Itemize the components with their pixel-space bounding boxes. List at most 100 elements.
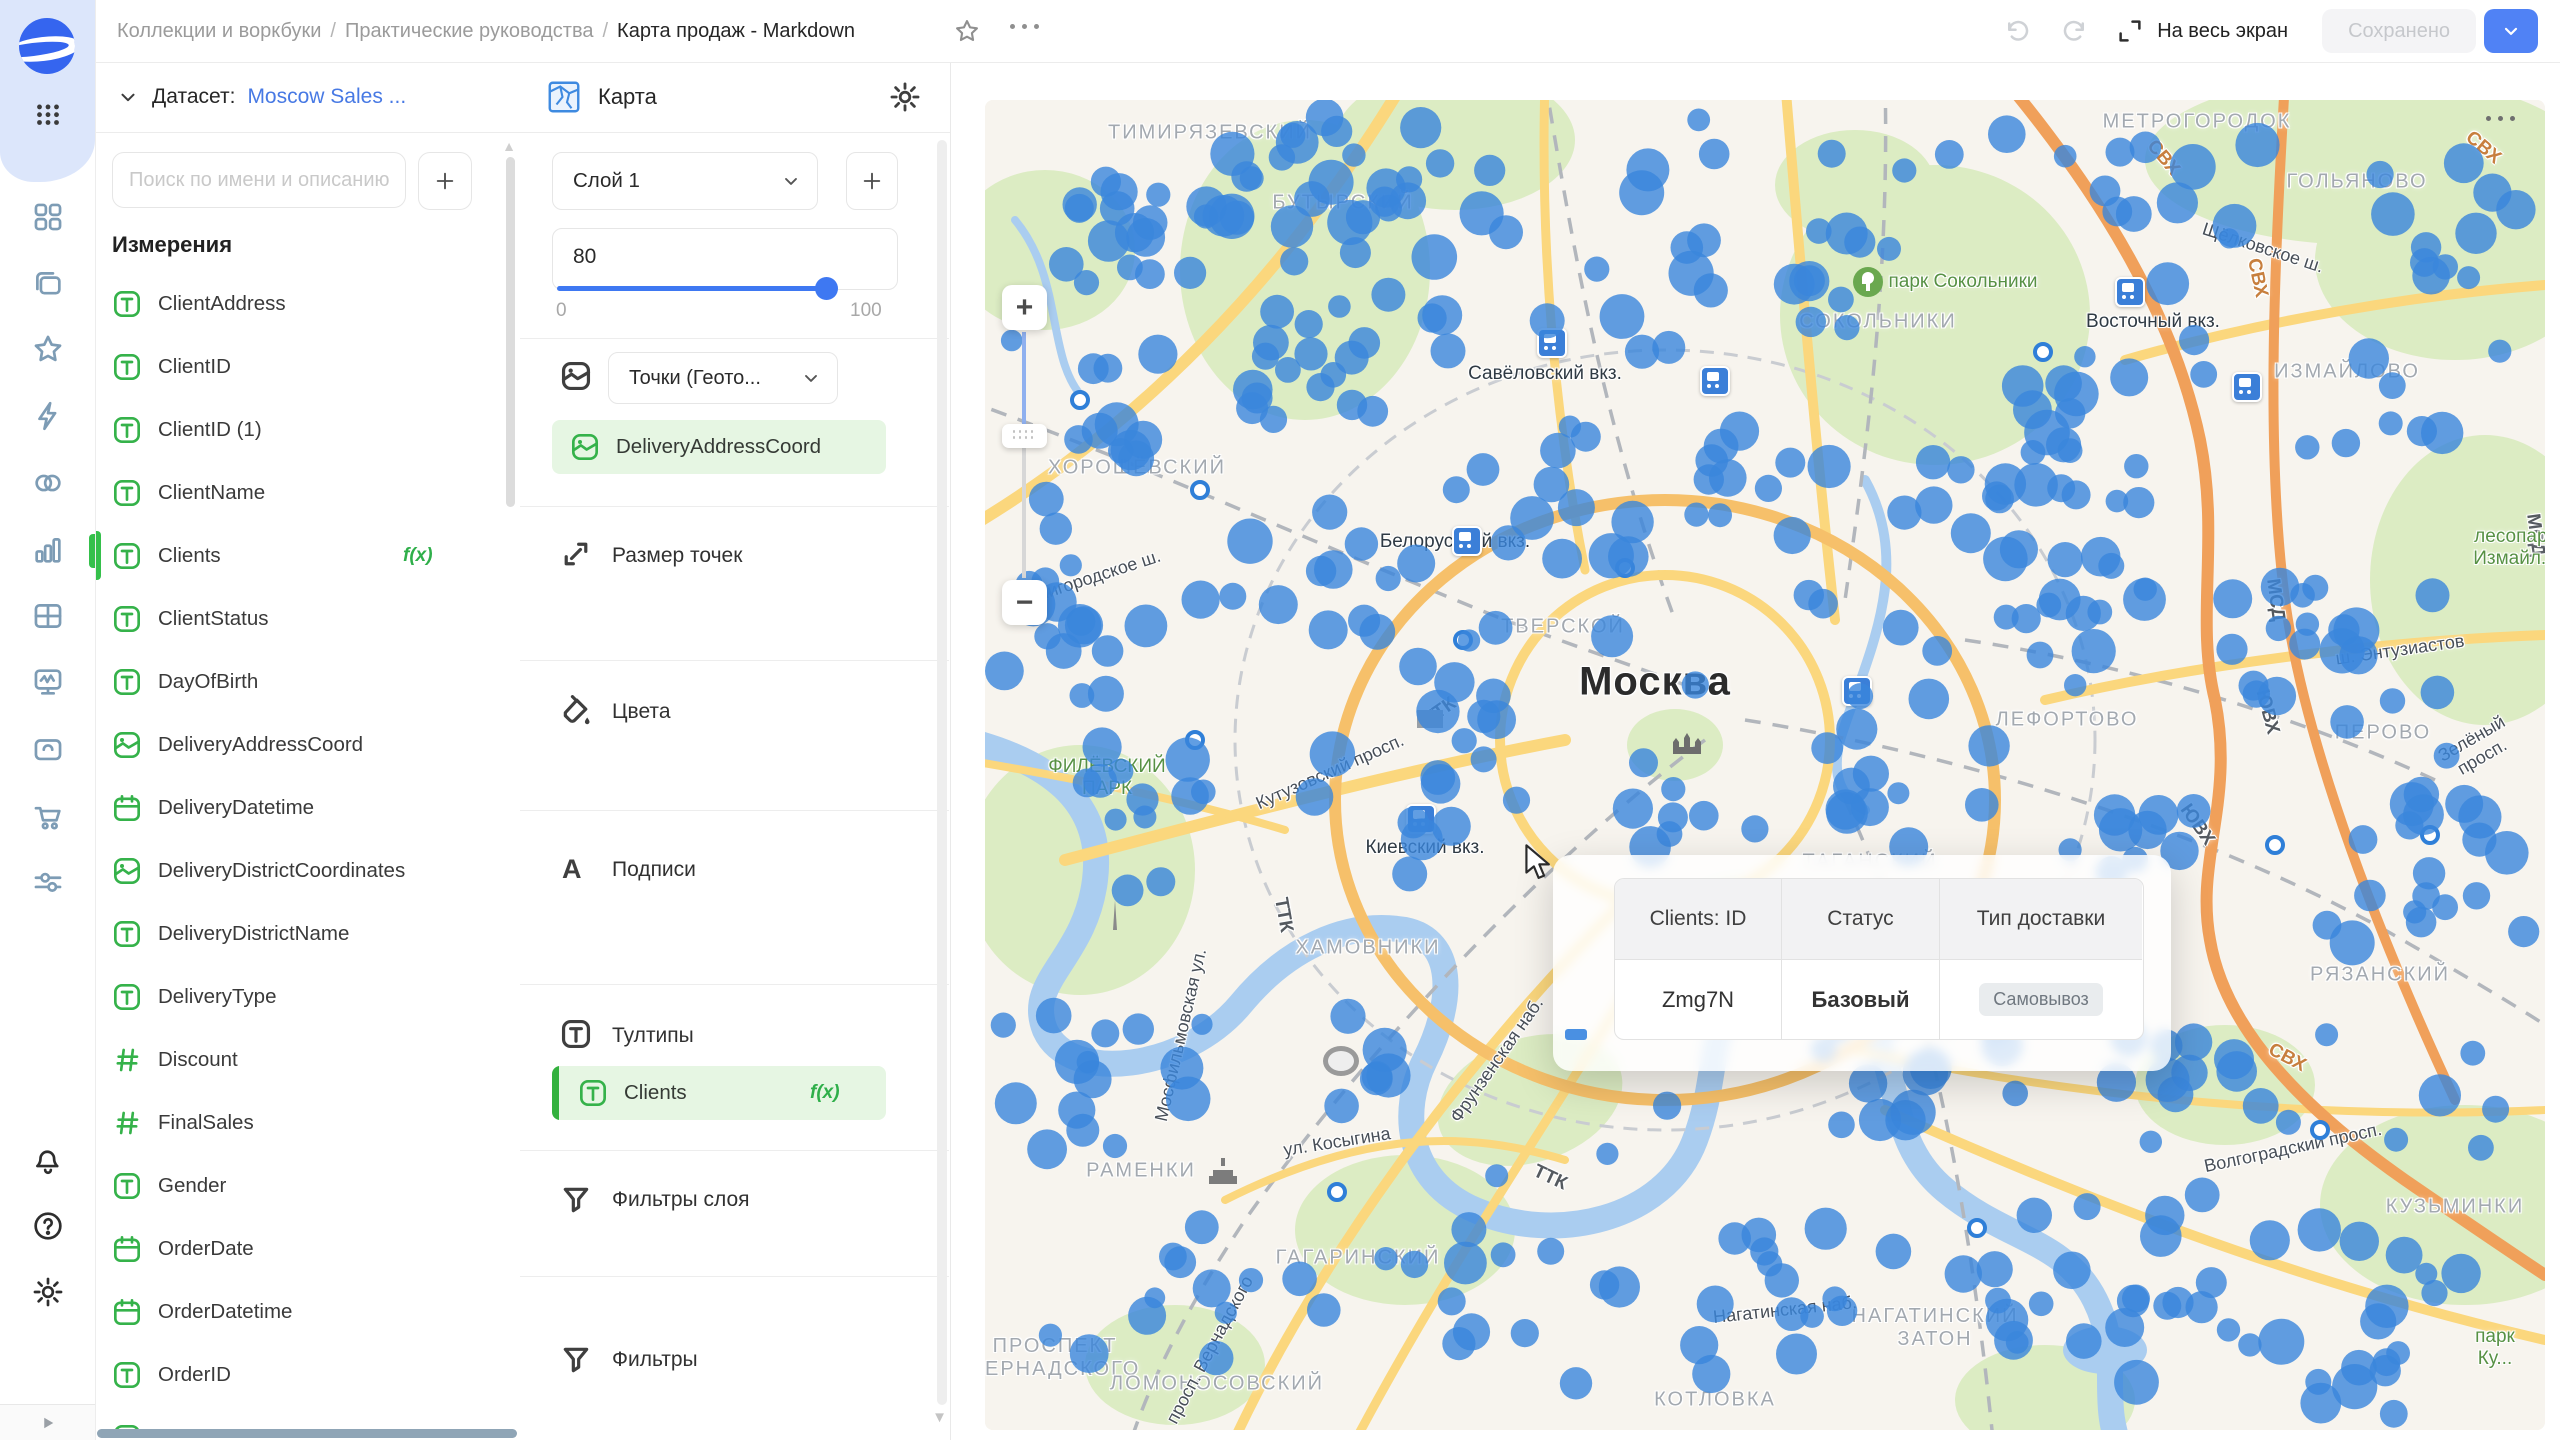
sidebar-item-relations[interactable] <box>30 465 66 501</box>
filters-section[interactable]: Фильтры <box>612 1348 698 1372</box>
dataset-header: Датасет: Moscow Sales ... <box>95 62 520 133</box>
layer-opacity-control[interactable]: 80 <box>552 228 898 290</box>
scrollbar-down-arrow[interactable]: ▼ <box>932 1409 947 1426</box>
field-row[interactable]: DeliveryType <box>95 965 520 1028</box>
geopoint-field-icon <box>570 432 600 462</box>
more-actions-icon[interactable] <box>1010 24 1039 29</box>
apps-grid-icon[interactable] <box>30 96 66 132</box>
field-row[interactable]: DeliveryDatetime <box>95 776 520 839</box>
field-row[interactable]: OrderDatetime <box>95 1280 520 1343</box>
chart-settings-gear-icon[interactable] <box>888 80 922 114</box>
favorite-star-icon[interactable] <box>953 17 981 45</box>
zoom-out-button[interactable]: − <box>1002 580 1047 625</box>
field-name: ClientStatus <box>158 607 269 631</box>
divider <box>520 1276 949 1277</box>
field-name: ClientID (1) <box>158 418 262 442</box>
chevron-down-icon <box>801 368 821 388</box>
breadcrumb-guides[interactable]: Практические руководства <box>345 20 594 43</box>
sidebar-item-collections[interactable] <box>30 266 66 302</box>
filters-icon <box>560 1344 592 1376</box>
field-name: OrderDate <box>158 1237 254 1261</box>
divider <box>520 810 949 811</box>
field-row[interactable]: PaymentType <box>95 1406 520 1430</box>
opacity-min-label: 0 <box>556 300 567 322</box>
sidebar-item-dashboards[interactable] <box>30 199 66 235</box>
datalens-logo[interactable] <box>19 18 75 74</box>
field-row[interactable]: ClientStatus <box>95 587 520 650</box>
notifications-bell-icon[interactable] <box>30 1141 66 1177</box>
text-field-icon <box>112 478 142 508</box>
geopoints-type-selector[interactable]: Точки (Геото... <box>608 352 838 404</box>
help-icon[interactable] <box>30 1208 66 1244</box>
labels-section[interactable]: Подписи <box>612 858 696 882</box>
field-name: ClientID <box>158 355 231 379</box>
top-bar: Коллекции и воркбуки / Практические руко… <box>95 0 2560 63</box>
field-row[interactable]: ClientID <box>95 335 520 398</box>
tooltip-value-delivery: Самовывоз <box>1939 959 2142 1039</box>
data-points-layer[interactable] <box>985 100 2545 1430</box>
field-row[interactable]: Clientsf(x) <box>95 524 520 587</box>
undo-icon[interactable] <box>2003 16 2033 46</box>
vertical-scrollbar[interactable] <box>937 140 947 1405</box>
sidebar-item-gallery[interactable] <box>30 731 66 767</box>
save-dropdown-button[interactable] <box>2484 9 2538 53</box>
rail-collapse-button[interactable] <box>0 1404 95 1440</box>
geopoints-field-chip[interactable]: DeliveryAddressCoord <box>552 420 886 474</box>
topbar-right-controls: На весь экран Сохранено <box>1977 0 2538 62</box>
chevron-down-icon <box>781 171 801 191</box>
dataset-name-link[interactable]: Moscow Sales ... <box>247 85 406 109</box>
map-more-icon[interactable] <box>2486 116 2515 121</box>
text-field-icon <box>112 541 142 571</box>
fullscreen-icon[interactable] <box>2115 16 2145 46</box>
left-rail <box>0 0 96 1440</box>
fullscreen-label[interactable]: На весь экран <box>2157 20 2288 43</box>
tooltips-field-chip[interactable]: Clients f(x) <box>552 1066 886 1120</box>
zoom-in-button[interactable]: + <box>1002 285 1047 330</box>
sidebar-item-wizard-charts[interactable] <box>30 532 66 568</box>
divider <box>520 660 949 661</box>
sidebar-item-connections[interactable] <box>30 398 66 434</box>
breadcrumb-collections[interactable]: Коллекции и воркбуки <box>117 20 321 43</box>
zoom-slider-handle[interactable] <box>1002 424 1047 448</box>
opacity-slider-track[interactable] <box>557 286 827 291</box>
point-size-section[interactable]: Размер точек <box>612 544 742 568</box>
field-row[interactable]: DeliveryDistrictCoordinates <box>95 839 520 902</box>
redo-icon[interactable] <box>2059 16 2089 46</box>
layer-filters-section[interactable]: Фильтры слоя <box>612 1188 750 1212</box>
layer-selector[interactable]: Слой 1 <box>552 152 818 210</box>
field-row[interactable]: DayOfBirth <box>95 650 520 713</box>
text-field-icon <box>112 667 142 697</box>
horizontal-scrollbar[interactable] <box>97 1429 517 1438</box>
field-row[interactable]: DeliveryDistrictName <box>95 902 520 965</box>
settings-gear-icon[interactable] <box>30 1274 66 1310</box>
field-row[interactable]: ClientID (1) <box>95 398 520 461</box>
sidebar-item-monitoring[interactable] <box>30 664 66 700</box>
point-size-icon <box>560 538 592 570</box>
field-name: DeliveryDistrictName <box>158 922 349 946</box>
add-field-button[interactable] <box>418 152 472 210</box>
text-field-icon <box>578 1078 608 1108</box>
scrollbar-up-arrow[interactable]: ▲ <box>502 138 516 154</box>
sidebar-item-favorites[interactable] <box>30 331 66 367</box>
colors-section[interactable]: Цвета <box>612 700 671 724</box>
vertical-scrollbar[interactable] <box>506 157 515 507</box>
chart-type-label[interactable]: Карта <box>598 84 657 110</box>
sidebar-item-marketplace[interactable] <box>30 798 66 834</box>
sidebar-item-services[interactable] <box>30 864 66 900</box>
field-row[interactable]: ClientName <box>95 461 520 524</box>
field-name: DayOfBirth <box>158 670 258 694</box>
field-row[interactable]: FinalSales <box>95 1091 520 1154</box>
field-row[interactable]: OrderDate <box>95 1217 520 1280</box>
field-row[interactable]: DeliveryAddressCoord <box>95 713 520 776</box>
saved-button[interactable]: Сохранено <box>2322 9 2476 53</box>
field-row[interactable]: ClientAddress <box>95 272 520 335</box>
field-row[interactable]: Gender <box>95 1154 520 1217</box>
field-row[interactable]: OrderID <box>95 1343 520 1406</box>
add-layer-button[interactable] <box>846 152 898 210</box>
tooltips-section[interactable]: Тултипы <box>612 1024 694 1048</box>
search-input[interactable] <box>112 152 406 208</box>
sidebar-item-datasets[interactable] <box>30 598 66 634</box>
opacity-slider-thumb[interactable] <box>815 277 838 300</box>
field-row[interactable]: Discount <box>95 1028 520 1091</box>
map-canvas[interactable]: ТИМИРЯЗЕВСКИЙБУТЫРСКИЙМЕТРОГОРОДОКГОЛЬЯН… <box>985 100 2545 1430</box>
